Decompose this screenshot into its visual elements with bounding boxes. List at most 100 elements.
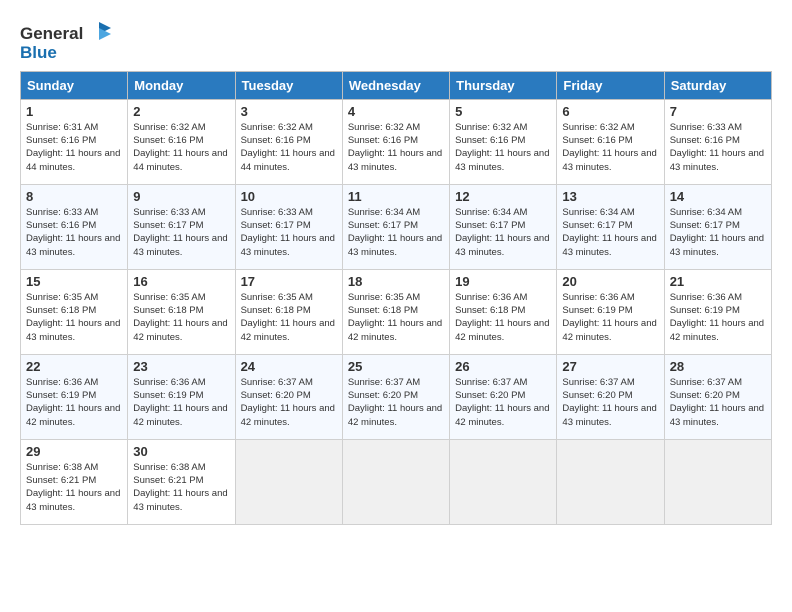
daylight-label: Daylight: 11 hours and 43 minutes. [562, 403, 656, 427]
day-number: 16 [133, 274, 229, 289]
daylight-label: Daylight: 11 hours and 43 minutes. [455, 233, 549, 257]
sunrise-label: Sunrise: 6:37 AM [562, 377, 634, 388]
day-info: Sunrise: 6:34 AM Sunset: 6:17 PM Dayligh… [455, 206, 551, 259]
sunset-label: Sunset: 6:16 PM [670, 135, 740, 146]
day-cell: 23 Sunrise: 6:36 AM Sunset: 6:19 PM Dayl… [128, 354, 235, 439]
daylight-label: Daylight: 11 hours and 43 minutes. [562, 233, 656, 257]
col-header-wednesday: Wednesday [342, 71, 449, 99]
daylight-label: Daylight: 11 hours and 42 minutes. [133, 318, 227, 342]
day-number: 14 [670, 189, 766, 204]
day-cell: 11 Sunrise: 6:34 AM Sunset: 6:17 PM Dayl… [342, 184, 449, 269]
day-number: 2 [133, 104, 229, 119]
day-cell: 24 Sunrise: 6:37 AM Sunset: 6:20 PM Dayl… [235, 354, 342, 439]
day-cell [450, 439, 557, 524]
sunset-label: Sunset: 6:19 PM [133, 390, 203, 401]
sunrise-label: Sunrise: 6:32 AM [455, 122, 527, 133]
day-number: 28 [670, 359, 766, 374]
day-cell: 26 Sunrise: 6:37 AM Sunset: 6:20 PM Dayl… [450, 354, 557, 439]
sunrise-label: Sunrise: 6:35 AM [348, 292, 420, 303]
sunset-label: Sunset: 6:19 PM [26, 390, 96, 401]
day-cell: 15 Sunrise: 6:35 AM Sunset: 6:18 PM Dayl… [21, 269, 128, 354]
daylight-label: Daylight: 11 hours and 42 minutes. [348, 403, 442, 427]
day-info: Sunrise: 6:35 AM Sunset: 6:18 PM Dayligh… [348, 291, 444, 344]
day-number: 19 [455, 274, 551, 289]
daylight-label: Daylight: 11 hours and 42 minutes. [562, 318, 656, 342]
sunrise-label: Sunrise: 6:31 AM [26, 122, 98, 133]
day-number: 6 [562, 104, 658, 119]
daylight-label: Daylight: 11 hours and 42 minutes. [670, 318, 764, 342]
sunrise-label: Sunrise: 6:32 AM [133, 122, 205, 133]
day-number: 22 [26, 359, 122, 374]
day-number: 17 [241, 274, 337, 289]
sunrise-label: Sunrise: 6:32 AM [562, 122, 634, 133]
day-cell: 27 Sunrise: 6:37 AM Sunset: 6:20 PM Dayl… [557, 354, 664, 439]
day-cell: 21 Sunrise: 6:36 AM Sunset: 6:19 PM Dayl… [664, 269, 771, 354]
col-header-monday: Monday [128, 71, 235, 99]
sunset-label: Sunset: 6:20 PM [670, 390, 740, 401]
day-cell: 28 Sunrise: 6:37 AM Sunset: 6:20 PM Dayl… [664, 354, 771, 439]
day-info: Sunrise: 6:33 AM Sunset: 6:17 PM Dayligh… [133, 206, 229, 259]
day-info: Sunrise: 6:36 AM Sunset: 6:18 PM Dayligh… [455, 291, 551, 344]
day-number: 5 [455, 104, 551, 119]
day-cell: 25 Sunrise: 6:37 AM Sunset: 6:20 PM Dayl… [342, 354, 449, 439]
day-info: Sunrise: 6:38 AM Sunset: 6:21 PM Dayligh… [133, 461, 229, 514]
day-info: Sunrise: 6:32 AM Sunset: 6:16 PM Dayligh… [455, 121, 551, 174]
header-row: SundayMondayTuesdayWednesdayThursdayFrid… [21, 71, 772, 99]
week-row-2: 8 Sunrise: 6:33 AM Sunset: 6:16 PM Dayli… [21, 184, 772, 269]
day-cell: 6 Sunrise: 6:32 AM Sunset: 6:16 PM Dayli… [557, 99, 664, 184]
day-info: Sunrise: 6:36 AM Sunset: 6:19 PM Dayligh… [670, 291, 766, 344]
daylight-label: Daylight: 11 hours and 42 minutes. [26, 403, 120, 427]
daylight-label: Daylight: 11 hours and 44 minutes. [241, 148, 335, 172]
logo: General Blue [20, 20, 113, 63]
sunrise-label: Sunrise: 6:36 AM [455, 292, 527, 303]
day-number: 27 [562, 359, 658, 374]
sunrise-label: Sunrise: 6:37 AM [455, 377, 527, 388]
sunset-label: Sunset: 6:16 PM [241, 135, 311, 146]
day-info: Sunrise: 6:32 AM Sunset: 6:16 PM Dayligh… [562, 121, 658, 174]
sunrise-label: Sunrise: 6:36 AM [670, 292, 742, 303]
week-row-5: 29 Sunrise: 6:38 AM Sunset: 6:21 PM Dayl… [21, 439, 772, 524]
day-info: Sunrise: 6:31 AM Sunset: 6:16 PM Dayligh… [26, 121, 122, 174]
sunrise-label: Sunrise: 6:36 AM [133, 377, 205, 388]
sunset-label: Sunset: 6:16 PM [133, 135, 203, 146]
daylight-label: Daylight: 11 hours and 43 minutes. [133, 233, 227, 257]
day-info: Sunrise: 6:33 AM Sunset: 6:17 PM Dayligh… [241, 206, 337, 259]
sunrise-label: Sunrise: 6:38 AM [133, 462, 205, 473]
header: General Blue [20, 20, 772, 63]
col-header-tuesday: Tuesday [235, 71, 342, 99]
day-cell: 29 Sunrise: 6:38 AM Sunset: 6:21 PM Dayl… [21, 439, 128, 524]
col-header-saturday: Saturday [664, 71, 771, 99]
sunset-label: Sunset: 6:19 PM [670, 305, 740, 316]
col-header-thursday: Thursday [450, 71, 557, 99]
sunset-label: Sunset: 6:19 PM [562, 305, 632, 316]
day-info: Sunrise: 6:38 AM Sunset: 6:21 PM Dayligh… [26, 461, 122, 514]
sunset-label: Sunset: 6:16 PM [26, 135, 96, 146]
sunrise-label: Sunrise: 6:35 AM [26, 292, 98, 303]
day-number: 13 [562, 189, 658, 204]
sunset-label: Sunset: 6:16 PM [26, 220, 96, 231]
day-number: 7 [670, 104, 766, 119]
sunrise-label: Sunrise: 6:32 AM [241, 122, 313, 133]
day-cell: 5 Sunrise: 6:32 AM Sunset: 6:16 PM Dayli… [450, 99, 557, 184]
logo-blue: Blue [20, 44, 113, 63]
day-info: Sunrise: 6:35 AM Sunset: 6:18 PM Dayligh… [133, 291, 229, 344]
day-info: Sunrise: 6:34 AM Sunset: 6:17 PM Dayligh… [348, 206, 444, 259]
day-info: Sunrise: 6:37 AM Sunset: 6:20 PM Dayligh… [241, 376, 337, 429]
sunrise-label: Sunrise: 6:33 AM [133, 207, 205, 218]
day-cell [557, 439, 664, 524]
sunrise-label: Sunrise: 6:34 AM [348, 207, 420, 218]
day-cell: 17 Sunrise: 6:35 AM Sunset: 6:18 PM Dayl… [235, 269, 342, 354]
sunset-label: Sunset: 6:20 PM [562, 390, 632, 401]
sunset-label: Sunset: 6:20 PM [348, 390, 418, 401]
daylight-label: Daylight: 11 hours and 44 minutes. [133, 148, 227, 172]
sunset-label: Sunset: 6:16 PM [348, 135, 418, 146]
day-cell: 4 Sunrise: 6:32 AM Sunset: 6:16 PM Dayli… [342, 99, 449, 184]
day-cell: 14 Sunrise: 6:34 AM Sunset: 6:17 PM Dayl… [664, 184, 771, 269]
sunrise-label: Sunrise: 6:37 AM [241, 377, 313, 388]
daylight-label: Daylight: 11 hours and 44 minutes. [26, 148, 120, 172]
sunrise-label: Sunrise: 6:33 AM [670, 122, 742, 133]
day-cell [664, 439, 771, 524]
day-info: Sunrise: 6:37 AM Sunset: 6:20 PM Dayligh… [562, 376, 658, 429]
week-row-3: 15 Sunrise: 6:35 AM Sunset: 6:18 PM Dayl… [21, 269, 772, 354]
week-row-1: 1 Sunrise: 6:31 AM Sunset: 6:16 PM Dayli… [21, 99, 772, 184]
